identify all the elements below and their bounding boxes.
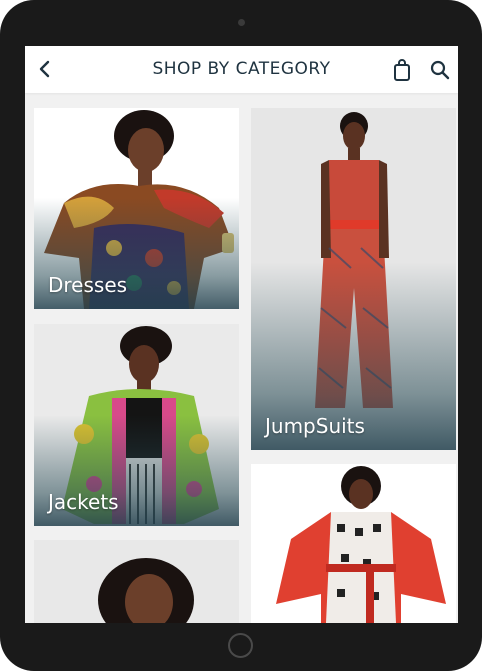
app-screen: SHOP BY CATEGORY Dresses JumpSuits Jacke… xyxy=(25,46,458,623)
category-tile-jackets[interactable]: Jackets xyxy=(34,324,239,526)
search-button[interactable] xyxy=(429,59,451,81)
category-label: JumpSuits xyxy=(265,414,365,438)
category-tile-jumpsuits[interactable]: JumpSuits xyxy=(251,108,456,450)
tablet-frame: SHOP BY CATEGORY Dresses JumpSuits Jacke… xyxy=(0,0,482,671)
category-label: Dresses xyxy=(48,273,128,297)
top-bar: SHOP BY CATEGORY xyxy=(25,46,458,93)
search-icon xyxy=(430,60,450,80)
category-tile-dresses[interactable]: Dresses xyxy=(34,108,239,309)
cart-button[interactable] xyxy=(391,58,413,82)
home-button[interactable] xyxy=(228,633,253,658)
category-label: Jackets xyxy=(48,490,119,514)
category-tile-kaftan[interactable] xyxy=(251,464,456,623)
front-camera xyxy=(238,19,245,26)
category-tile-portrait[interactable] xyxy=(34,540,239,623)
shopping-bag-icon xyxy=(394,59,410,81)
portrait-photo xyxy=(34,540,239,623)
kaftan-photo xyxy=(251,464,456,623)
